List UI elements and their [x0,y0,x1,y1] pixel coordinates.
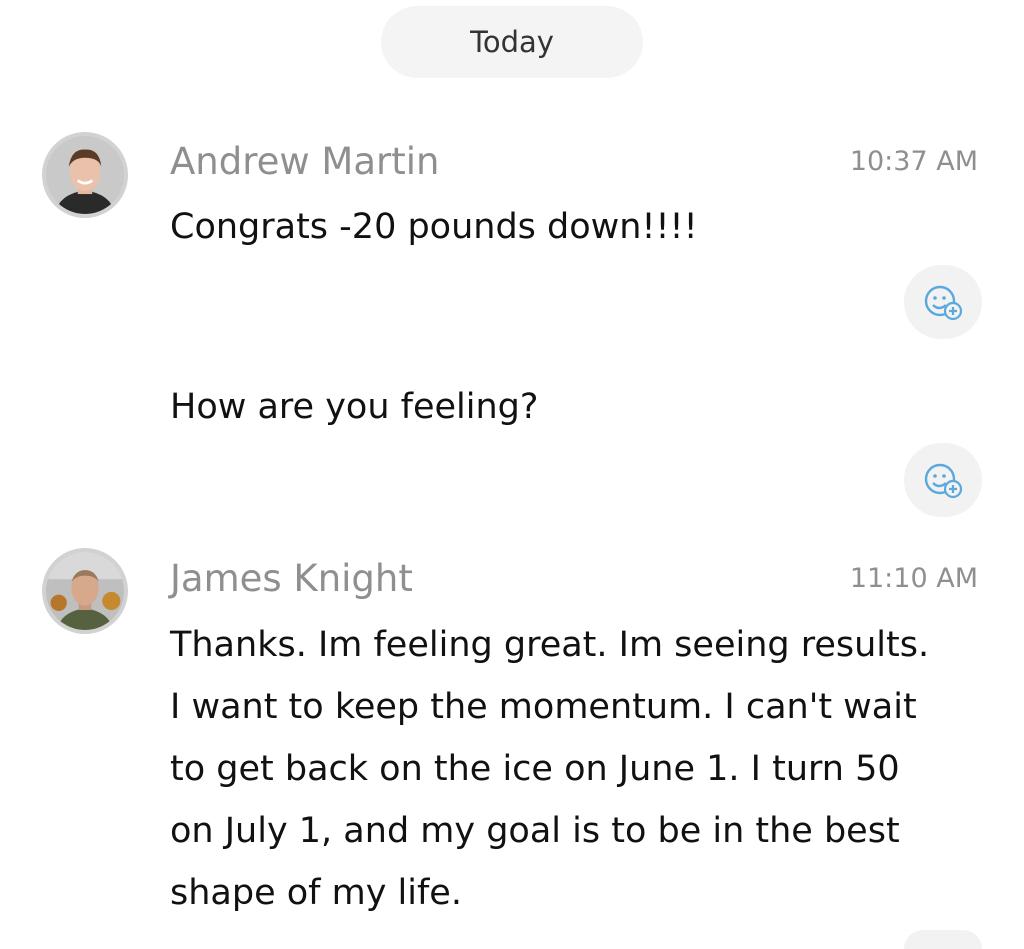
date-divider-label: Today [470,25,554,59]
message-line: to get back on the ice on June 1. I turn… [170,749,900,789]
message-line: shape of my life. [170,873,462,913]
message-timestamp: 10:37 AM [849,146,978,177]
message-timestamp: 11:10 AM [849,563,978,594]
message-line: Thanks. Im feeling great. Im seeing resu… [170,625,930,665]
add-reaction-button[interactable] [904,930,982,949]
sender-name: Andrew Martin [170,140,440,183]
add-reaction-button[interactable] [904,265,982,339]
add-reaction-icon [924,285,963,321]
date-divider: Today [381,6,643,78]
sender-name: James Knight [170,557,413,600]
person-photo-icon [46,552,124,630]
message-text: Congrats -20 pounds down!!!! [170,207,698,247]
message-line: on July 1, and my goal is to be in the b… [170,811,900,851]
message-text: Thanks. Im feeling great. Im seeing resu… [170,614,929,924]
person-photo-icon [46,136,124,214]
avatar-james-knight[interactable] [42,548,128,634]
message-line: I want to keep the momentum. I can't wai… [170,687,917,727]
message-text: How are you feeling? [170,387,539,427]
avatar-andrew-martin[interactable] [42,132,128,218]
add-reaction-button[interactable] [904,443,982,517]
add-reaction-icon [924,463,963,499]
